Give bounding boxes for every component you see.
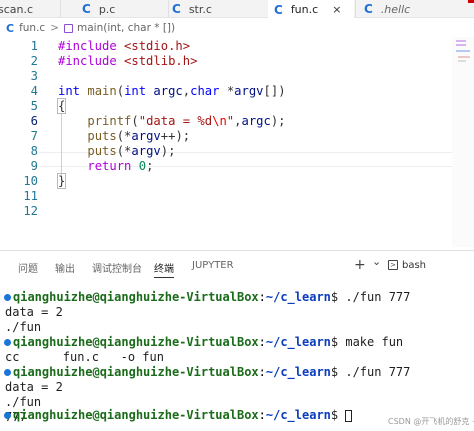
code-line: printf("data = %d\n",argc); xyxy=(87,113,286,128)
tab-label: fun.c xyxy=(290,3,319,16)
code-line: { xyxy=(56,97,67,114)
terminal-line: qianghuizhe@qianghuizhe-VirtualBox:~/c_l… xyxy=(4,290,410,305)
terminal-line: ./fun xyxy=(5,320,42,334)
c-file-icon: C xyxy=(274,2,283,17)
breadcrumb-symbol[interactable]: main(int, char * []) xyxy=(77,22,175,34)
tab-p[interactable]: C p.c xyxy=(82,0,168,18)
tab-label: scan.c xyxy=(0,2,34,16)
tab-label: p.c xyxy=(98,2,116,16)
c-file-icon: C xyxy=(82,2,91,16)
tab-label: .hellc xyxy=(380,2,411,16)
terminal-line: data = 2 xyxy=(5,305,63,319)
tab-terminal[interactable]: 终端 xyxy=(154,260,174,275)
code-editor[interactable]: 1 #include <stdio.h> 2 #include <stdlib.… xyxy=(0,37,453,247)
code-line: #include <stdio.h> xyxy=(58,38,191,53)
command-status-icon xyxy=(4,339,11,346)
c-file-icon: C xyxy=(364,2,373,16)
tab-bar: scan.c C p.c C str.c C fun.c × C .hellc xyxy=(0,0,474,19)
tab-debug-console[interactable]: 调试控制台 xyxy=(92,260,142,275)
command-status-icon xyxy=(4,412,11,419)
tab-label: str.c xyxy=(188,2,212,16)
terminal-line: qianghuizhe@qianghuizhe-VirtualBox:~/c_l… xyxy=(4,365,410,380)
line-number: 6 xyxy=(30,113,38,128)
tab-str[interactable]: C str.c xyxy=(170,0,268,18)
line-number: 1 xyxy=(30,38,38,53)
breadcrumb-file[interactable]: fun.c xyxy=(19,22,45,34)
code-line: int main(int argc,char *argv[]) xyxy=(58,83,286,98)
close-icon[interactable]: × xyxy=(332,3,341,16)
line-number: 10 xyxy=(23,173,38,188)
line-number: 8 xyxy=(30,143,38,158)
line-number: 5 xyxy=(30,98,38,113)
tab-scan[interactable]: scan.c xyxy=(0,0,58,18)
command-status-icon xyxy=(4,369,11,376)
c-file-icon: C xyxy=(6,21,15,35)
c-file-icon: C xyxy=(172,2,181,16)
plus-icon[interactable]: + xyxy=(354,257,366,273)
terminal-line: cc fun.c -o fun xyxy=(5,350,164,364)
line-number: 2 xyxy=(30,53,38,68)
watermark: CSDN @开飞机的舒克 ~ xyxy=(388,417,474,426)
line-number: 7 xyxy=(30,128,38,143)
active-tab-indicator xyxy=(154,277,174,278)
chevron-right-icon: > xyxy=(50,22,60,34)
symbol-method-icon xyxy=(64,23,74,33)
chevron-down-icon[interactable]: ⌄ xyxy=(372,255,381,268)
line-number: 3 xyxy=(30,68,38,83)
line-number: 4 xyxy=(30,83,38,98)
line-number: 11 xyxy=(23,188,38,203)
code-line: #include <stdlib.h> xyxy=(58,53,198,68)
code-line: } xyxy=(56,172,67,189)
command-status-icon xyxy=(4,294,11,301)
tab-fun[interactable]: C fun.c × xyxy=(268,0,354,19)
tab-jupyter[interactable]: JUPYTER xyxy=(192,260,234,271)
breadcrumb: C fun.c > main(int, char * []) xyxy=(0,19,474,37)
panel-tab-bar: 问题 输出 调试控制台 终端 JUPYTER + ⌄ > bash xyxy=(0,251,474,281)
terminal-line: data = 2 xyxy=(5,380,63,394)
terminal-icon: > xyxy=(388,260,398,270)
terminal-prompt-line[interactable]: qianghuizhe@qianghuizhe-VirtualBox:~/c_l… xyxy=(4,408,353,423)
tab-hellc[interactable]: C .hellc xyxy=(362,0,474,18)
code-line: puts(*argv); xyxy=(87,143,176,158)
code-line: return 0; xyxy=(87,158,154,173)
line-number: 9 xyxy=(30,158,38,173)
tab-output[interactable]: 输出 xyxy=(55,260,75,275)
terminal-cursor xyxy=(345,409,353,422)
line-number: 12 xyxy=(23,203,38,218)
tab-problems[interactable]: 问题 xyxy=(18,260,38,275)
scroll-marker xyxy=(468,0,474,3)
terminal-line: qianghuizhe@qianghuizhe-VirtualBox:~/c_l… xyxy=(4,335,403,350)
code-line: puts(*argv++); xyxy=(87,128,191,143)
terminal-name[interactable]: bash xyxy=(402,260,426,271)
minimap[interactable] xyxy=(452,37,474,247)
